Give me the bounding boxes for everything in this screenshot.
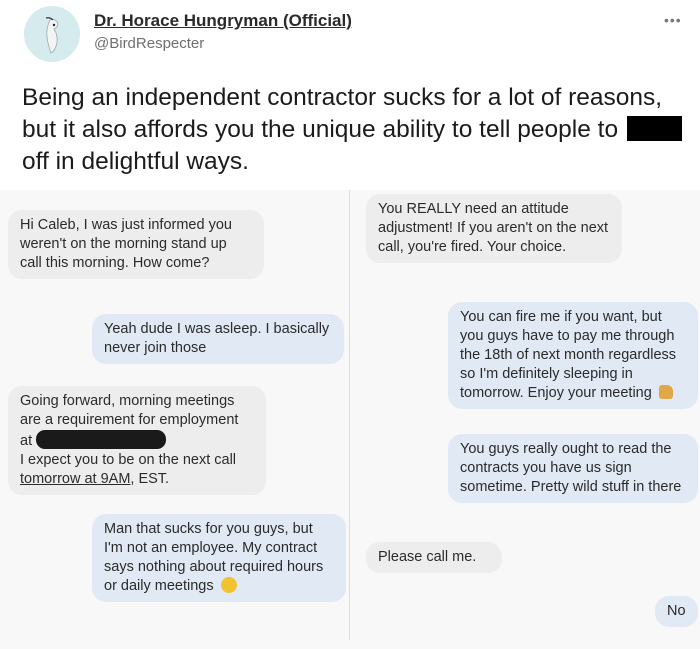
message-link[interactable]: tomorrow at 9AM (20, 471, 130, 487)
message-bubble-outgoing: No (655, 596, 698, 627)
message-text: You can fire me if you want, but you guy… (460, 309, 677, 401)
message-bubble-incoming: Going forward, morning meetings are a re… (8, 386, 266, 495)
message-bubble-outgoing: You guys really ought to read the contra… (448, 434, 698, 503)
tweet-text: Being an independent contractor sucks fo… (22, 82, 694, 178)
message-bubble-outgoing: Yeah dude I was asleep. I basically neve… (92, 314, 344, 364)
message-text: Man that sucks for you guys, but I'm not… (104, 521, 324, 594)
bird-icon (24, 6, 80, 62)
message-text: You REALLY need an attitude adjustment! … (378, 201, 609, 255)
message-bubble-incoming: Please call me. (366, 542, 502, 573)
column-divider (349, 190, 350, 640)
message-bubble-outgoing: You can fire me if you want, but you guy… (448, 302, 698, 409)
tweet-text-part1: Being an independent contractor sucks fo… (22, 84, 663, 143)
message-text: No (667, 603, 686, 619)
thumbs-up-icon (658, 385, 673, 399)
sad-face-icon (220, 577, 237, 593)
avatar[interactable] (24, 6, 80, 62)
message-text: , EST. (130, 471, 170, 487)
redaction-bar (626, 116, 682, 141)
more-options-icon[interactable]: ••• (664, 12, 682, 28)
message-text: You guys really ought to read the contra… (460, 441, 682, 495)
author-name[interactable]: Dr. Horace Hungryman (Official) (94, 11, 352, 31)
tweet-header: Dr. Horace Hungryman (Official) @BirdRes… (0, 0, 700, 70)
redaction-blot (36, 430, 167, 449)
message-bubble-outgoing: Man that sucks for you guys, but I'm not… (92, 514, 346, 602)
message-text: I expect you to be on the next call (20, 452, 237, 468)
tweet-text-part2: off in delightful ways. (22, 148, 249, 175)
message-bubble-incoming: Hi Caleb, I was just informed you weren'… (8, 210, 264, 279)
screenshot-image: Hi Caleb, I was just informed you weren'… (0, 190, 700, 649)
message-bubble-incoming: You REALLY need an attitude adjustment! … (366, 194, 622, 263)
message-text: Please call me. (378, 549, 477, 565)
message-text: Hi Caleb, I was just informed you weren'… (20, 217, 232, 271)
message-text: Yeah dude I was asleep. I basically neve… (104, 321, 330, 356)
author-handle[interactable]: @BirdRespecter (94, 35, 204, 52)
